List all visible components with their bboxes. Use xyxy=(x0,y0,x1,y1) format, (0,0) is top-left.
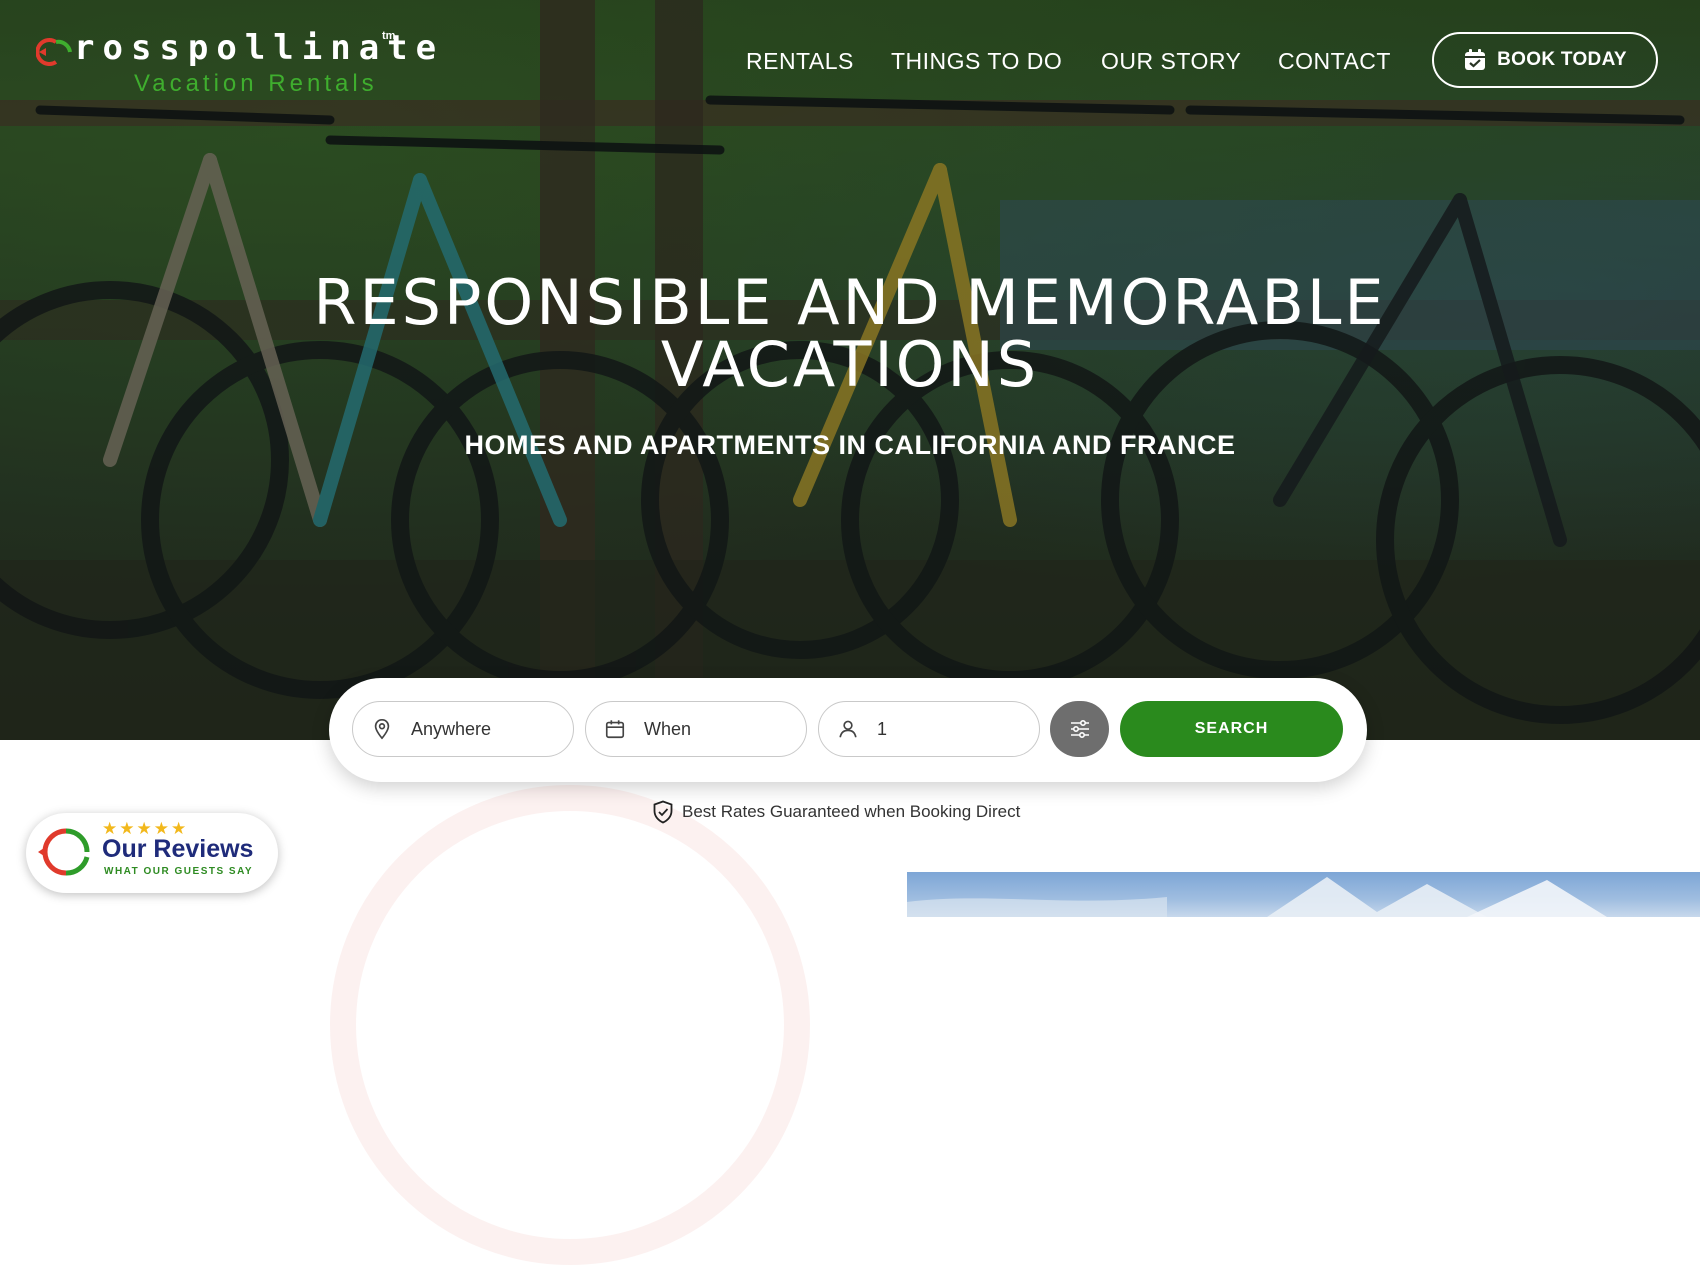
filters-button[interactable] xyxy=(1050,701,1109,757)
logo-subtitle: Vacation Rentals xyxy=(134,70,378,97)
hero-title-line-2: VACATIONS xyxy=(660,328,1040,401)
book-today-label: BOOK TODAY xyxy=(1497,49,1627,70)
reviews-subtitle: WHAT OUR GUESTS SAY xyxy=(104,866,254,877)
guarantee-text: Best Rates Guaranteed when Booking Direc… xyxy=(682,802,1021,821)
book-today-button[interactable]: BOOK TODAY xyxy=(1432,32,1658,88)
shield-check-icon xyxy=(653,800,673,824)
location-field[interactable]: Anywhere xyxy=(352,701,574,757)
decorative-circle xyxy=(330,785,810,1265)
reviews-badge[interactable]: ★★★★★ Our Reviews WHAT OUR GUESTS SAY xyxy=(26,813,278,893)
nav-rentals[interactable]: RENTALS xyxy=(746,48,854,75)
nav-our-story[interactable]: OUR STORY xyxy=(1101,48,1241,75)
location-value: Anywhere xyxy=(411,718,492,739)
mountain-photo xyxy=(907,872,1700,917)
hero-subtitle: HOMES AND APARTMENTS IN CALIFORNIA AND F… xyxy=(464,430,1236,460)
best-rate-guarantee: Best Rates Guaranteed when Booking Direc… xyxy=(652,800,1020,824)
trademark-mark: tm xyxy=(382,30,396,42)
calendar-check-icon xyxy=(1465,49,1486,70)
search-bar: Anywhere When 1 SEARCH xyxy=(329,678,1367,782)
reviews-title: Our Reviews xyxy=(102,835,254,863)
search-button[interactable]: SEARCH xyxy=(1120,701,1343,757)
guests-field[interactable]: 1 xyxy=(818,701,1040,757)
nav-contact[interactable]: CONTACT xyxy=(1278,48,1391,75)
user-icon xyxy=(837,718,859,740)
logo-arrows-icon xyxy=(36,38,72,66)
mountain-peaks-image xyxy=(907,877,1607,917)
hero-title: RESPONSIBLE AND MEMORABLE VACATIONS xyxy=(200,272,1500,396)
calendar-icon xyxy=(604,718,626,740)
date-value: When xyxy=(644,718,692,739)
reviews-logo-icon xyxy=(38,828,90,876)
date-field[interactable]: When xyxy=(585,701,807,757)
guests-value: 1 xyxy=(877,718,888,739)
map-pin-icon xyxy=(371,718,393,740)
sliders-icon xyxy=(1070,719,1089,739)
nav-things-to-do[interactable]: THINGS TO DO xyxy=(891,48,1062,75)
site-logo[interactable]: rosspollinate tm Vacation Rentals xyxy=(36,26,436,97)
